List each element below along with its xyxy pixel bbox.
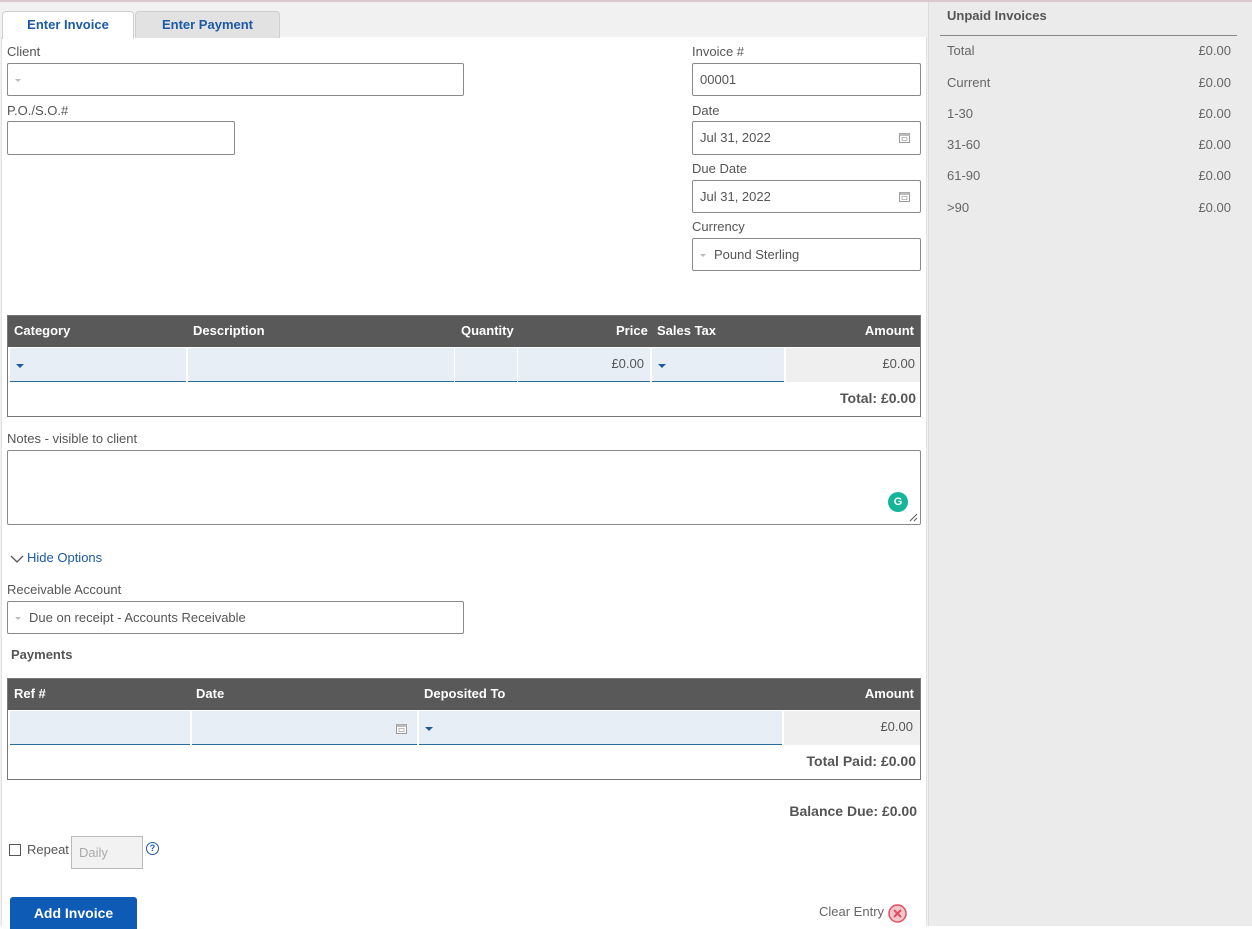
unpaid-row-31-60: 31-60 £0.00: [947, 137, 1231, 155]
col-date: Date: [196, 686, 225, 701]
calendar-icon[interactable]: [396, 723, 407, 734]
date-label: Date: [692, 103, 720, 118]
ref-input[interactable]: [10, 711, 190, 745]
po-label: P.O./S.O.#: [7, 103, 69, 118]
unpaid-row-label: 61-90: [947, 168, 981, 183]
description-input[interactable]: [188, 348, 454, 382]
category-select[interactable]: [10, 348, 186, 382]
unpaid-row-value: £0.00: [1198, 75, 1231, 90]
currency-value: Pound Sterling: [714, 247, 800, 262]
unpaid-row-value: £0.00: [1198, 43, 1231, 58]
col-ref: Ref #: [14, 686, 46, 701]
unpaid-row-value: £0.00: [1198, 137, 1231, 152]
col-description: Description: [193, 323, 265, 338]
unpaid-row-label: 1-30: [947, 106, 974, 121]
client-select[interactable]: [7, 63, 464, 96]
total-paid: Total Paid: £0.00: [806, 753, 916, 769]
unpaid-row-total: Total £0.00: [947, 43, 1231, 61]
payment-amount-cell: £0.00: [784, 711, 920, 745]
sales-tax-select[interactable]: [652, 348, 784, 382]
col-amount: Amount: [864, 323, 914, 338]
deposited-to-select[interactable]: [419, 711, 782, 745]
divider: [940, 35, 1237, 36]
receivable-account-value: Due on receipt - Accounts Receivable: [29, 610, 246, 625]
line-items-table: Category Description Quantity Price Sale…: [7, 315, 921, 417]
receivable-account-label: Receivable Account: [7, 582, 122, 597]
chevron-down-icon: [425, 727, 433, 731]
due-date-label: Due Date: [692, 161, 747, 176]
col-quantity: Quantity: [461, 323, 514, 338]
currency-label: Currency: [692, 219, 745, 234]
tab-enter-payment[interactable]: Enter Payment: [135, 11, 280, 38]
unpaid-row-label: Current: [947, 75, 991, 90]
add-invoice-button[interactable]: Add Invoice: [10, 897, 137, 929]
po-input[interactable]: [7, 121, 235, 155]
col-sales-tax: Sales Tax: [657, 323, 717, 338]
amount-value: £0.00: [882, 356, 915, 371]
col-category: Category: [14, 323, 71, 338]
unpaid-row-value: £0.00: [1198, 168, 1231, 183]
notes-label: Notes - visible to client: [7, 431, 138, 446]
due-date-value: Jul 31, 2022: [700, 189, 771, 204]
notes-textarea[interactable]: G: [7, 450, 921, 525]
chevron-down-icon: [15, 617, 21, 621]
chevron-down-icon: [16, 364, 24, 368]
receivable-account-select[interactable]: Due on receipt - Accounts Receivable: [7, 601, 464, 634]
calendar-icon[interactable]: [899, 191, 910, 202]
payments-header: Ref # Date Deposited To Amount: [8, 679, 920, 710]
invoice-number-label: Invoice #: [692, 44, 745, 59]
items-total: Total: £0.00: [840, 390, 916, 406]
due-date-input[interactable]: Jul 31, 2022: [692, 180, 921, 213]
price-value: £0.00: [611, 356, 644, 371]
grammarly-icon[interactable]: G: [888, 492, 908, 512]
calendar-icon[interactable]: [899, 132, 910, 143]
quantity-input[interactable]: [455, 348, 517, 382]
payment-amount-value: £0.00: [880, 719, 913, 734]
payments-table: Ref # Date Deposited To Amount £0.00 Tot…: [7, 678, 921, 780]
hide-options-link[interactable]: Hide Options: [27, 550, 102, 565]
unpaid-row-61-90: 61-90 £0.00: [947, 168, 1231, 186]
currency-select[interactable]: Pound Sterling: [692, 238, 921, 271]
tab-enter-invoice[interactable]: Enter Invoice: [2, 11, 134, 39]
amount-cell: £0.00: [786, 348, 920, 382]
col-deposited-to: Deposited To: [424, 686, 506, 701]
date-input[interactable]: Jul 31, 2022: [692, 121, 921, 155]
help-icon[interactable]: ?: [146, 842, 159, 855]
line-items-header: Category Description Quantity Price Sale…: [8, 316, 920, 347]
unpaid-row-label: 31-60: [947, 137, 981, 152]
unpaid-invoices-title: Unpaid Invoices: [947, 8, 1047, 23]
repeat-checkbox[interactable]: [9, 844, 21, 856]
chevron-down-icon[interactable]: [10, 554, 24, 564]
date-value: Jul 31, 2022: [700, 130, 771, 145]
chevron-down-icon: [15, 79, 21, 83]
unpaid-row-1-30: 1-30 £0.00: [947, 106, 1231, 124]
payments-title: Payments: [11, 647, 73, 662]
chevron-down-icon: [700, 254, 706, 258]
price-input[interactable]: £0.00: [518, 348, 650, 382]
balance-due: Balance Due: £0.00: [789, 803, 917, 819]
unpaid-row-label: Total: [947, 43, 975, 58]
repeat-frequency-select[interactable]: Daily: [71, 836, 143, 869]
clear-entry-label[interactable]: Clear Entry: [819, 904, 884, 919]
client-label: Client: [7, 44, 41, 59]
clear-circle-icon[interactable]: [888, 904, 907, 923]
unpaid-row-value: £0.00: [1198, 106, 1231, 121]
unpaid-row-value: £0.00: [1198, 200, 1231, 215]
repeat-label: Repeat: [27, 842, 69, 857]
resize-handle-icon[interactable]: [909, 513, 918, 522]
unpaid-row-current: Current £0.00: [947, 75, 1231, 93]
invoice-number-input[interactable]: 00001: [692, 63, 921, 96]
unpaid-row-over-90: >90 £0.00: [947, 200, 1231, 218]
chevron-down-icon: [658, 364, 666, 368]
payment-date-input[interactable]: [192, 711, 417, 745]
unpaid-row-label: >90: [947, 200, 970, 215]
col-amount: Amount: [864, 686, 914, 701]
col-price: Price: [616, 323, 648, 338]
